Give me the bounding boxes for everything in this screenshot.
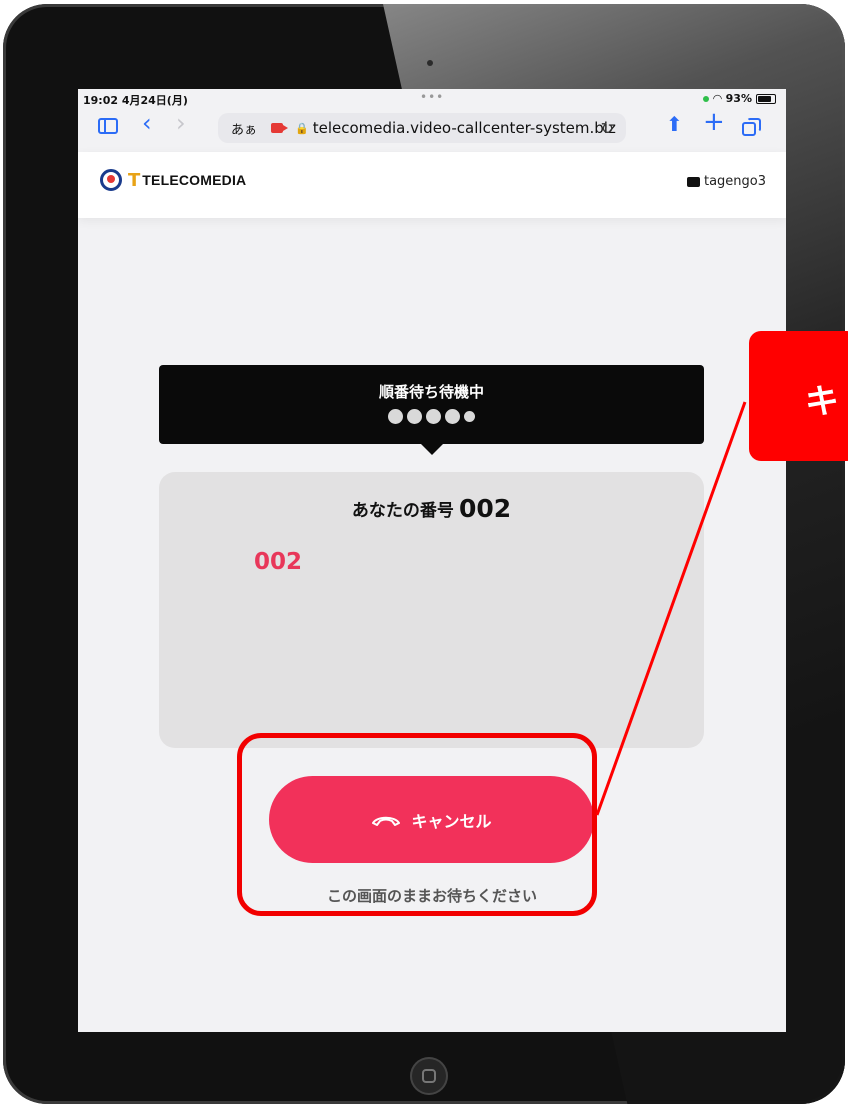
callout-box: キ: [749, 331, 848, 461]
callout-text: キ: [805, 382, 839, 422]
callout-pointer-line: [595, 401, 747, 816]
